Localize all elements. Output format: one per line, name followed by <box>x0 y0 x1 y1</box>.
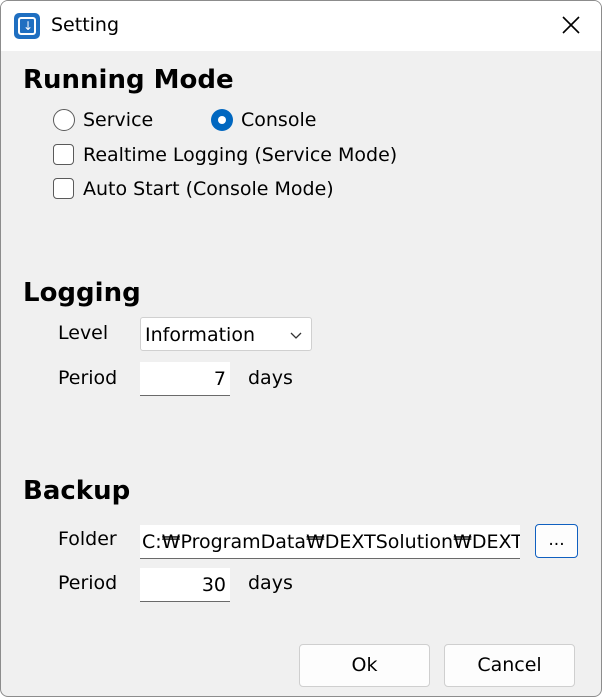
ok-button[interactable]: Ok <box>299 644 430 687</box>
auto-start-checkbox[interactable] <box>53 178 74 199</box>
level-select[interactable]: Information <box>140 317 312 351</box>
title-bar: ↓ Setting <box>1 1 601 51</box>
realtime-logging-checkbox[interactable] <box>53 144 74 165</box>
folder-label: Folder <box>58 528 117 550</box>
console-radio[interactable] <box>211 109 233 131</box>
settings-dialog: ↓ Setting Running Mode Service Console R… <box>0 0 602 697</box>
logging-heading: Logging <box>23 278 141 308</box>
running-mode-heading: Running Mode <box>23 65 234 95</box>
close-button[interactable] <box>553 7 589 43</box>
service-radio[interactable] <box>53 109 75 131</box>
backup-period-label: Period <box>58 572 118 594</box>
console-radio-label[interactable]: Console <box>241 109 316 131</box>
auto-start-label[interactable]: Auto Start (Console Mode) <box>83 178 334 200</box>
folder-input[interactable]: C:₩ProgramData₩DEXTSolution₩DEXTM <box>140 525 520 559</box>
service-radio-label[interactable]: Service <box>83 109 153 131</box>
chevron-down-icon <box>290 332 302 339</box>
backup-heading: Backup <box>23 476 131 506</box>
backup-period-unit: days <box>248 572 293 594</box>
backup-period-input[interactable]: 30 <box>140 568 230 602</box>
logging-period-unit: days <box>248 367 293 389</box>
level-select-value: Information <box>145 324 255 346</box>
logging-period-input[interactable]: 7 <box>140 362 230 396</box>
window-title: Setting <box>51 14 120 36</box>
logging-period-label: Period <box>58 367 118 389</box>
app-icon: ↓ <box>14 13 40 39</box>
browse-folder-button[interactable]: ... <box>535 524 578 558</box>
cancel-button[interactable]: Cancel <box>444 644 575 687</box>
level-label: Level <box>58 322 109 344</box>
realtime-logging-label[interactable]: Realtime Logging (Service Mode) <box>83 144 397 166</box>
close-icon <box>562 16 580 34</box>
